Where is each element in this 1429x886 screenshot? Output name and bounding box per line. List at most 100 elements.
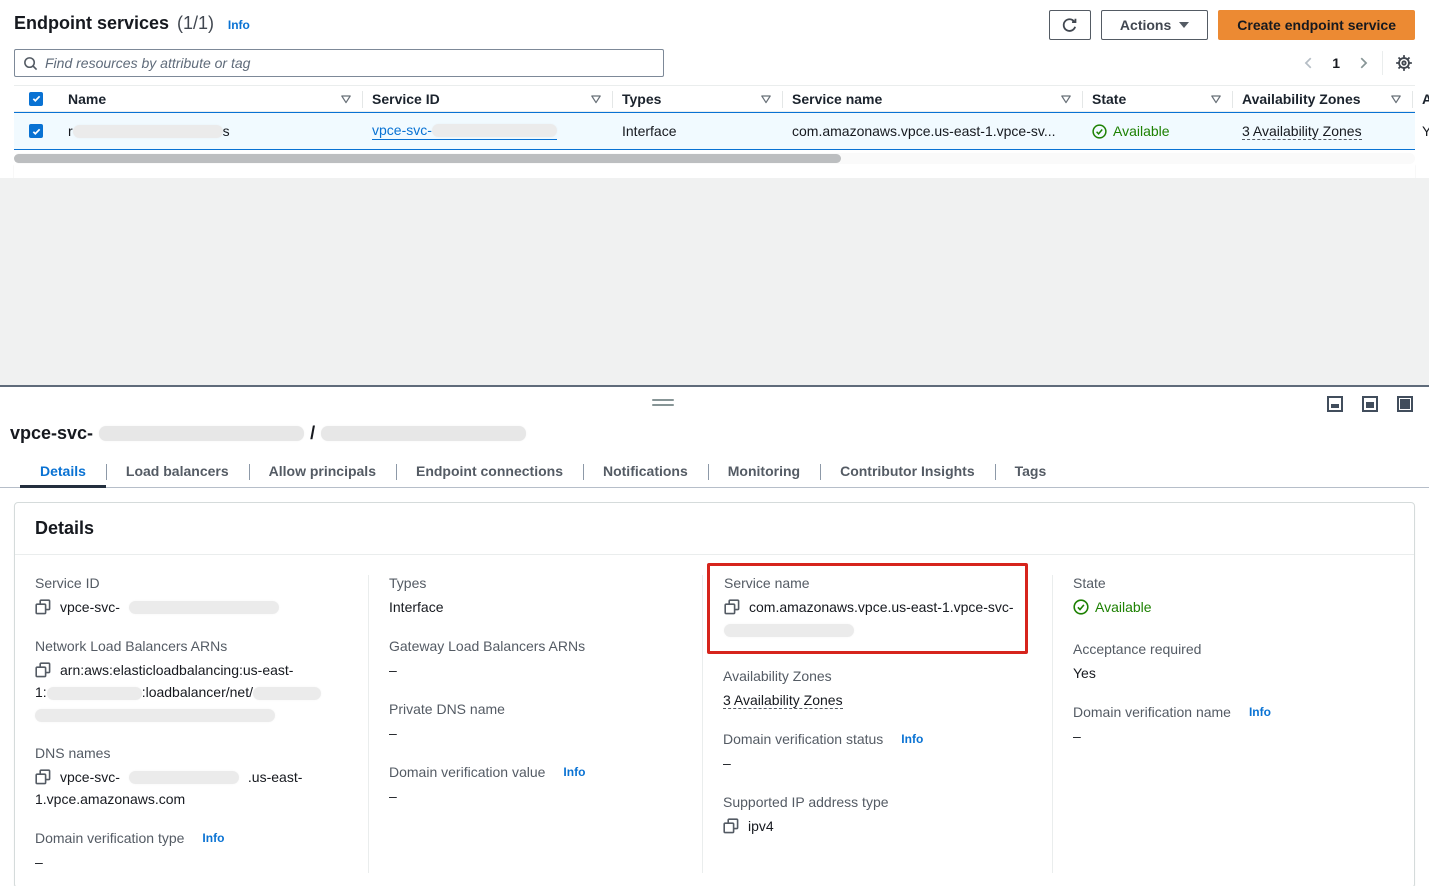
actions-button[interactable]: Actions bbox=[1101, 10, 1208, 40]
info-link[interactable]: Info bbox=[1249, 705, 1271, 719]
redacted-text bbox=[129, 601, 279, 614]
sort-icon[interactable] bbox=[1384, 93, 1402, 105]
select-all-checkbox[interactable] bbox=[29, 92, 43, 106]
field-label: Service ID bbox=[35, 575, 348, 591]
pagination: 1 bbox=[1300, 51, 1415, 75]
cell-acceptance-partial: Y bbox=[1412, 113, 1429, 149]
field-label: Network Load Balancers ARNs bbox=[35, 638, 348, 654]
nlb-arn-line1: arn:aws:elasticloadbalancing:us-east- bbox=[60, 659, 293, 681]
sort-icon[interactable] bbox=[334, 93, 352, 105]
field-label: Availability Zones bbox=[723, 668, 1032, 684]
details-card-heading: Details bbox=[15, 503, 1414, 555]
sort-icon[interactable] bbox=[1054, 93, 1072, 105]
service-id-link[interactable]: vpce-svc- bbox=[372, 122, 557, 140]
search-box[interactable] bbox=[14, 49, 664, 77]
search-input[interactable] bbox=[45, 55, 655, 71]
endpoint-services-list-card: Endpoint services (1/1) Info Actions bbox=[0, 0, 1429, 178]
split-panel: vpce-svc- / Details Load balancers Allow… bbox=[0, 385, 1429, 876]
details-card: Details Service ID vpce-svc- bbox=[14, 502, 1415, 886]
pagination-divider bbox=[1382, 51, 1383, 75]
cell-state: Available bbox=[1082, 113, 1232, 149]
cell-name: r s bbox=[58, 113, 362, 149]
field-value: – bbox=[723, 752, 1032, 774]
tab-allow-principals[interactable]: Allow principals bbox=[249, 454, 396, 487]
column-header-state[interactable]: State bbox=[1082, 86, 1232, 111]
field-value: – bbox=[389, 659, 682, 681]
copy-icon[interactable] bbox=[35, 769, 51, 785]
create-endpoint-service-button[interactable]: Create endpoint service bbox=[1218, 10, 1415, 40]
horizontal-scrollbar[interactable] bbox=[14, 153, 1415, 164]
field-domain-verification-status: Domain verification status Info – bbox=[723, 731, 1032, 774]
sort-icon[interactable] bbox=[584, 93, 602, 105]
field-label: Supported IP address type bbox=[723, 794, 1032, 810]
panel-tabs: Details Load balancers Allow principals … bbox=[0, 454, 1429, 488]
field-label: Service name bbox=[724, 575, 1015, 591]
availability-zones-link[interactable]: 3 Availability Zones bbox=[1242, 123, 1362, 140]
field-availability-zones: Availability Zones 3 Availability Zones bbox=[723, 668, 1032, 711]
panel-title-prefix: vpce-svc- bbox=[10, 423, 93, 444]
tab-contributor-insights[interactable]: Contributor Insights bbox=[820, 454, 995, 487]
table-row[interactable]: r s vpce-svc- Interface com.amazonaws.vp… bbox=[14, 112, 1415, 150]
row-checkbox[interactable] bbox=[29, 124, 43, 138]
field-gateway-lb-arns: Gateway Load Balancers ARNs – bbox=[389, 638, 682, 681]
split-panel-drag-handle[interactable] bbox=[652, 399, 674, 406]
redacted-text bbox=[724, 624, 854, 637]
copy-icon[interactable] bbox=[723, 818, 739, 834]
details-card-body: Service ID vpce-svc- Network Load Balanc… bbox=[15, 555, 1414, 886]
column-header-acceptance-partial[interactable]: A bbox=[1412, 86, 1429, 111]
next-page-button[interactable] bbox=[1354, 53, 1372, 73]
field-domain-verification-value: Domain verification value Info – bbox=[389, 764, 682, 807]
field-label: DNS names bbox=[35, 745, 348, 761]
column-header-service-id[interactable]: Service ID bbox=[362, 86, 612, 111]
tab-endpoint-connections[interactable]: Endpoint connections bbox=[396, 454, 583, 487]
service-name-highlight-box: Service name com.amazonaws.vpce.us-east-… bbox=[707, 563, 1028, 654]
column-header-name[interactable]: Name bbox=[58, 86, 362, 111]
list-card-footer bbox=[14, 164, 1415, 178]
panel-position-full-icon[interactable] bbox=[1397, 396, 1413, 412]
copy-icon[interactable] bbox=[724, 599, 740, 615]
panel-position-bottom-small-icon[interactable] bbox=[1327, 396, 1343, 412]
column-header-service-name[interactable]: Service name bbox=[782, 86, 1082, 111]
search-icon bbox=[23, 56, 38, 71]
tab-details[interactable]: Details bbox=[20, 454, 106, 488]
info-link[interactable]: Info bbox=[563, 765, 585, 779]
copy-icon[interactable] bbox=[35, 599, 51, 615]
column-header-availability-zones[interactable]: Availability Zones bbox=[1232, 86, 1412, 111]
redacted-text bbox=[432, 124, 557, 137]
field-nlb-arns: Network Load Balancers ARNs arn:aws:elas… bbox=[35, 638, 348, 725]
tab-tags[interactable]: Tags bbox=[995, 454, 1067, 487]
page-number[interactable]: 1 bbox=[1328, 55, 1344, 71]
field-domain-verification-type: Domain verification type Info – bbox=[35, 830, 348, 873]
tab-notifications[interactable]: Notifications bbox=[583, 454, 708, 487]
availability-zones-link[interactable]: 3 Availability Zones bbox=[723, 692, 843, 709]
field-value: – bbox=[35, 851, 348, 873]
service-name-line2 bbox=[724, 618, 1015, 640]
info-link[interactable]: Info bbox=[901, 732, 923, 746]
tab-monitoring[interactable]: Monitoring bbox=[708, 454, 820, 487]
redacted-text bbox=[47, 687, 142, 700]
column-header-types[interactable]: Types bbox=[612, 86, 782, 111]
redacted-text bbox=[321, 426, 526, 441]
split-panel-bar bbox=[0, 387, 1429, 421]
panel-title: vpce-svc- / bbox=[0, 421, 1429, 454]
previous-page-button[interactable] bbox=[1300, 53, 1318, 73]
field-label: Domain verification value bbox=[389, 764, 545, 780]
field-label: Domain verification type bbox=[35, 830, 184, 846]
field-private-dns-name: Private DNS name – bbox=[389, 701, 682, 744]
preferences-gear-button[interactable] bbox=[1393, 52, 1415, 74]
copy-icon[interactable] bbox=[35, 662, 51, 678]
scrollbar-thumb[interactable] bbox=[14, 154, 841, 163]
sort-icon[interactable] bbox=[754, 93, 772, 105]
info-link[interactable]: Info bbox=[202, 831, 224, 845]
caret-down-icon bbox=[1179, 22, 1189, 28]
refresh-button[interactable] bbox=[1049, 10, 1091, 40]
field-label: Domain verification status bbox=[723, 731, 883, 747]
panel-position-bottom-large-icon[interactable] bbox=[1362, 396, 1378, 412]
redacted-text bbox=[73, 125, 223, 138]
panel-title-separator: / bbox=[310, 423, 315, 444]
sort-icon[interactable] bbox=[1204, 93, 1222, 105]
tab-load-balancers[interactable]: Load balancers bbox=[106, 454, 249, 487]
nlb-arn-line3 bbox=[35, 703, 348, 725]
details-column-1: Service ID vpce-svc- Network Load Balanc… bbox=[15, 575, 369, 873]
info-link[interactable]: Info bbox=[228, 18, 250, 32]
